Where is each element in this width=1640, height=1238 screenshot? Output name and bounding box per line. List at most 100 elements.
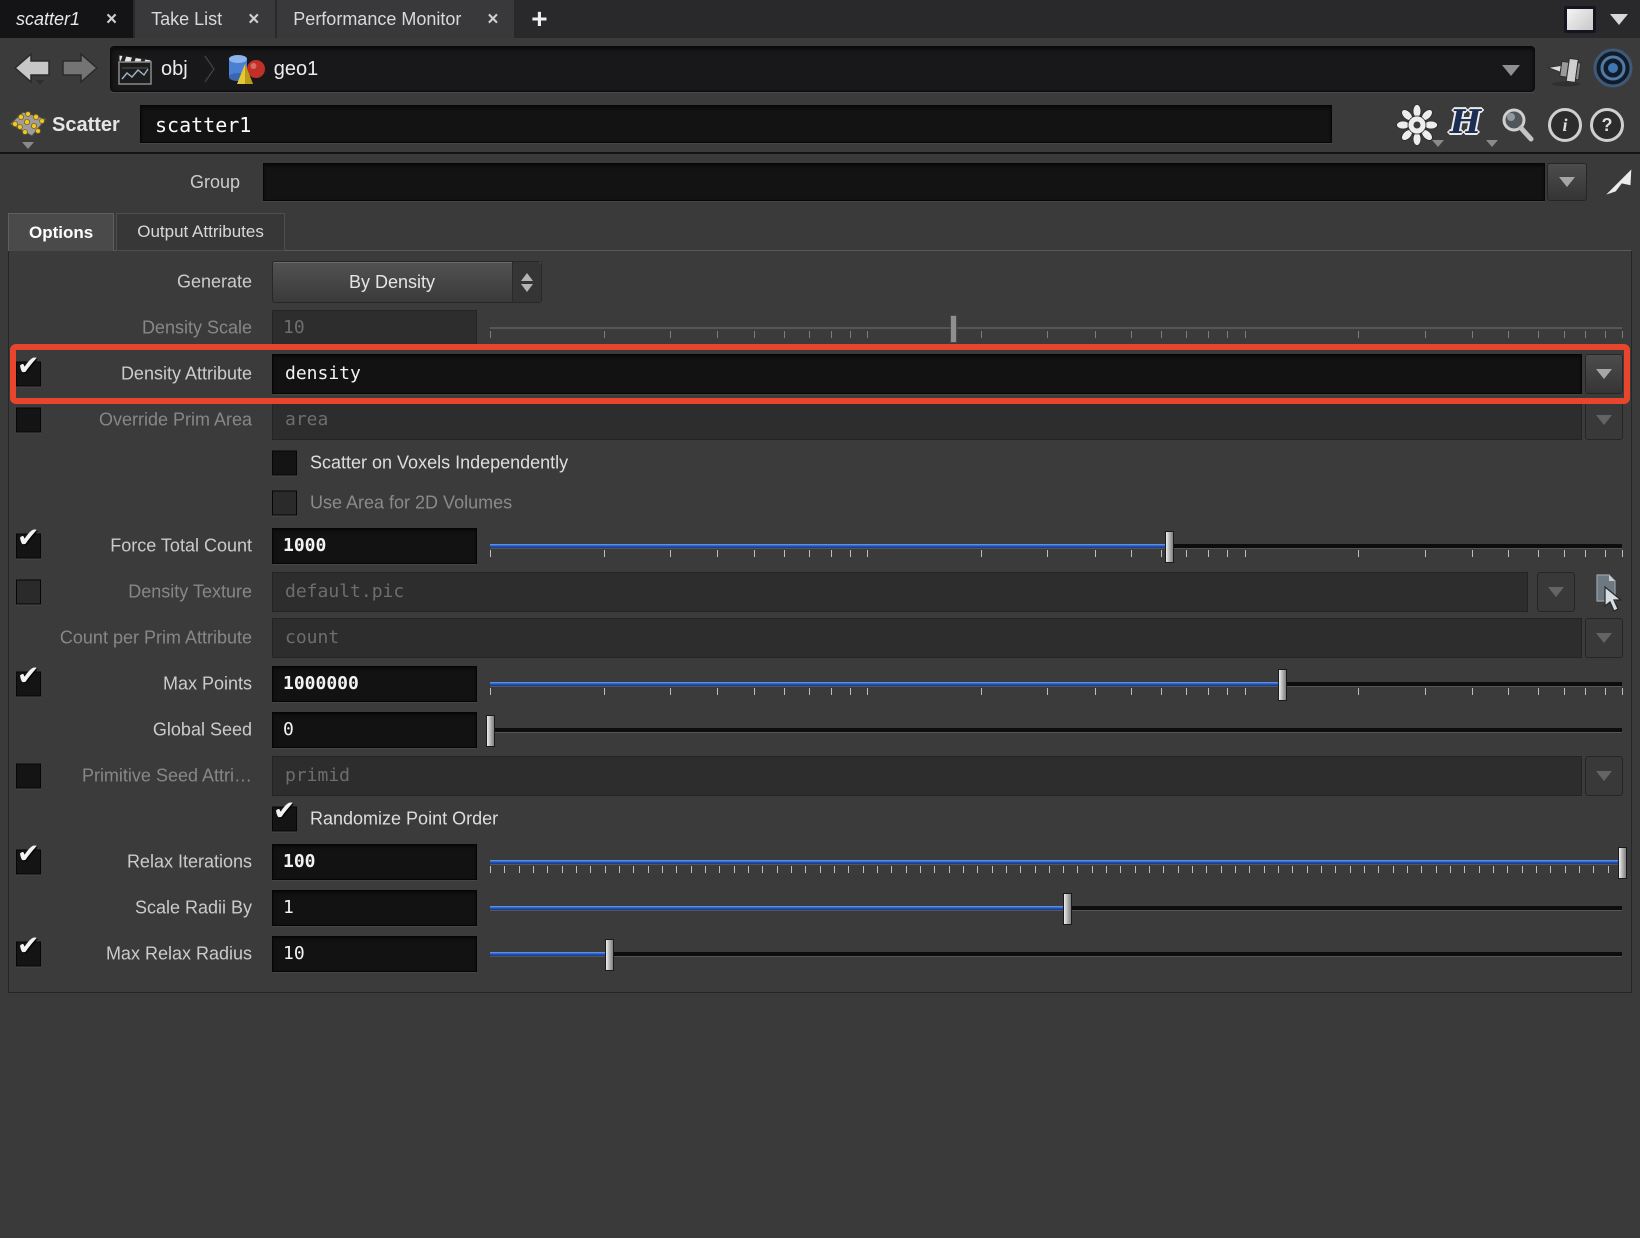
slider-tick: [867, 331, 868, 338]
slider-relax-iterations[interactable]: [490, 845, 1622, 879]
pane-menu-arrow-icon[interactable]: [1610, 14, 1628, 25]
param-row-force-total-count: ✔Force Total Count1000: [9, 523, 1631, 569]
file-chooser-icon[interactable]: [1590, 572, 1626, 612]
slider-tick: [533, 866, 534, 873]
breadcrumb[interactable]: obj geo1: [110, 46, 1535, 92]
param-row-primitive-seed-attribute: Primitive Seed Attri…primid: [9, 753, 1631, 799]
field-density-texture[interactable]: default.pic: [272, 572, 1528, 612]
slider-tick: [754, 331, 755, 338]
node-type-menu-arrow-icon[interactable]: [22, 142, 34, 149]
slider-tick: [1063, 866, 1064, 873]
slider-handle[interactable]: [1063, 893, 1072, 925]
slider-max-points[interactable]: [490, 667, 1622, 701]
gear-menu-arrow-icon[interactable]: [1432, 140, 1444, 147]
close-icon[interactable]: ×: [487, 10, 498, 29]
checkbox-use-area-for-2d-volumes[interactable]: [272, 491, 297, 516]
window-tab-performance-monitor[interactable]: Performance Monitor×: [277, 0, 514, 38]
field-density-scale[interactable]: 10: [272, 310, 477, 346]
houdini-menu-arrow-icon[interactable]: [1486, 140, 1498, 147]
info-icon[interactable]: i: [1548, 108, 1582, 142]
slider-tick: [1186, 331, 1187, 338]
close-icon[interactable]: ×: [248, 10, 259, 29]
param-label-max-relax-radius: Max Relax Radius: [9, 944, 252, 965]
radar-link-icon[interactable]: [1592, 47, 1634, 89]
slider-tick: [1508, 688, 1509, 695]
slider-tick: [850, 550, 851, 557]
slider-tick: [1538, 688, 1539, 695]
dropdown-button-count-per-prim-attribute[interactable]: [1585, 618, 1623, 658]
pin-icon[interactable]: [1546, 48, 1586, 88]
window-tab-take-list[interactable]: Take List ×: [135, 0, 275, 38]
pane-maximize-icon[interactable]: [1564, 6, 1596, 33]
slider-tick: [1235, 866, 1236, 873]
node-header: Scatter scatter1 H i ?: [0, 98, 1640, 154]
window-tab-label: Take List: [151, 9, 222, 30]
slider-track[interactable]: [490, 327, 1622, 329]
select-arrow-icon[interactable]: [1598, 162, 1636, 200]
tab-bar: scatter1×Take List×Performance Monitor× …: [0, 0, 1640, 38]
slider-tick: [1221, 866, 1222, 873]
slider-track[interactable]: [490, 728, 1622, 732]
field-global-seed[interactable]: 0: [272, 712, 477, 748]
add-tab-button[interactable]: +: [516, 0, 562, 38]
field-max-points[interactable]: 1000000: [272, 666, 477, 702]
slider-tick: [670, 688, 671, 695]
slider-tick: [1378, 866, 1379, 873]
slider-tick: [1149, 866, 1150, 873]
field-scale-radii-by[interactable]: 1: [272, 890, 477, 926]
select-generate[interactable]: By Density: [272, 261, 542, 303]
slider-track[interactable]: [490, 952, 1622, 956]
slider-tick: [754, 688, 755, 695]
breadcrumb-dropdown-icon[interactable]: [1502, 65, 1520, 76]
slider-density-scale[interactable]: [490, 311, 1622, 345]
slider-max-relax-radius[interactable]: [490, 937, 1622, 971]
dropdown-button-override-prim-area[interactable]: [1585, 400, 1623, 440]
param-label-max-points: Max Points: [9, 674, 252, 695]
houdini-operator-icon[interactable]: H: [1450, 102, 1481, 142]
slider-handle[interactable]: [1618, 847, 1627, 879]
slider-handle[interactable]: [605, 939, 614, 971]
breadcrumb-segment-geo1[interactable]: geo1: [222, 51, 325, 87]
slider-tick: [670, 331, 671, 338]
slider-tick: [809, 331, 810, 338]
field-override-prim-area[interactable]: area: [272, 400, 1582, 440]
node-name-field[interactable]: scatter1: [140, 105, 1332, 143]
slider-global-seed[interactable]: [490, 713, 1622, 747]
field-force-total-count[interactable]: 1000: [272, 528, 477, 564]
search-icon[interactable]: [1498, 105, 1536, 145]
field-relax-iterations[interactable]: 100: [272, 844, 477, 880]
slider-tick: [809, 550, 810, 557]
field-density-attribute[interactable]: density: [272, 354, 1582, 394]
slider-handle[interactable]: [486, 715, 495, 747]
checkbox-scatter-on-voxels-independently[interactable]: [272, 451, 297, 476]
param-row-density-scale: Density Scale10: [9, 305, 1631, 351]
dropdown-button-density-texture[interactable]: [1537, 572, 1575, 612]
tab-options[interactable]: Options: [8, 213, 114, 251]
dropdown-button-density-attribute[interactable]: [1585, 354, 1623, 394]
select-spinner[interactable]: [512, 262, 541, 302]
group-dropdown-button[interactable]: [1547, 163, 1587, 201]
slider-tick: [949, 866, 950, 873]
slider-tick: [1135, 866, 1136, 873]
tab-output-attributes[interactable]: Output Attributes: [116, 213, 285, 251]
forward-button[interactable]: [60, 50, 100, 86]
field-max-relax-radius[interactable]: 10: [272, 936, 477, 972]
checkbox-randomize-point-order[interactable]: ✔: [272, 807, 297, 832]
back-button[interactable]: [12, 50, 52, 86]
dropdown-button-primitive-seed-attribute[interactable]: [1585, 756, 1623, 796]
slider-handle[interactable]: [1278, 669, 1287, 701]
breadcrumb-segment-obj[interactable]: obj: [111, 51, 194, 87]
help-icon[interactable]: ?: [1590, 108, 1624, 142]
slider-tick: [590, 866, 591, 873]
field-count-per-prim-attribute[interactable]: count: [272, 618, 1582, 658]
window-tab-label: scatter1: [16, 9, 80, 30]
slider-tick: [754, 550, 755, 557]
slider-force-total-count[interactable]: [490, 529, 1622, 563]
window-tab-scatter1[interactable]: scatter1 ×: [0, 0, 133, 38]
close-icon[interactable]: ×: [106, 10, 117, 29]
slider-scale-radii-by[interactable]: [490, 891, 1622, 925]
field-primitive-seed-attribute[interactable]: primid: [272, 756, 1582, 796]
group-field[interactable]: [263, 163, 1545, 201]
slider-handle[interactable]: [1165, 531, 1174, 563]
slider-handle[interactable]: [950, 315, 957, 343]
